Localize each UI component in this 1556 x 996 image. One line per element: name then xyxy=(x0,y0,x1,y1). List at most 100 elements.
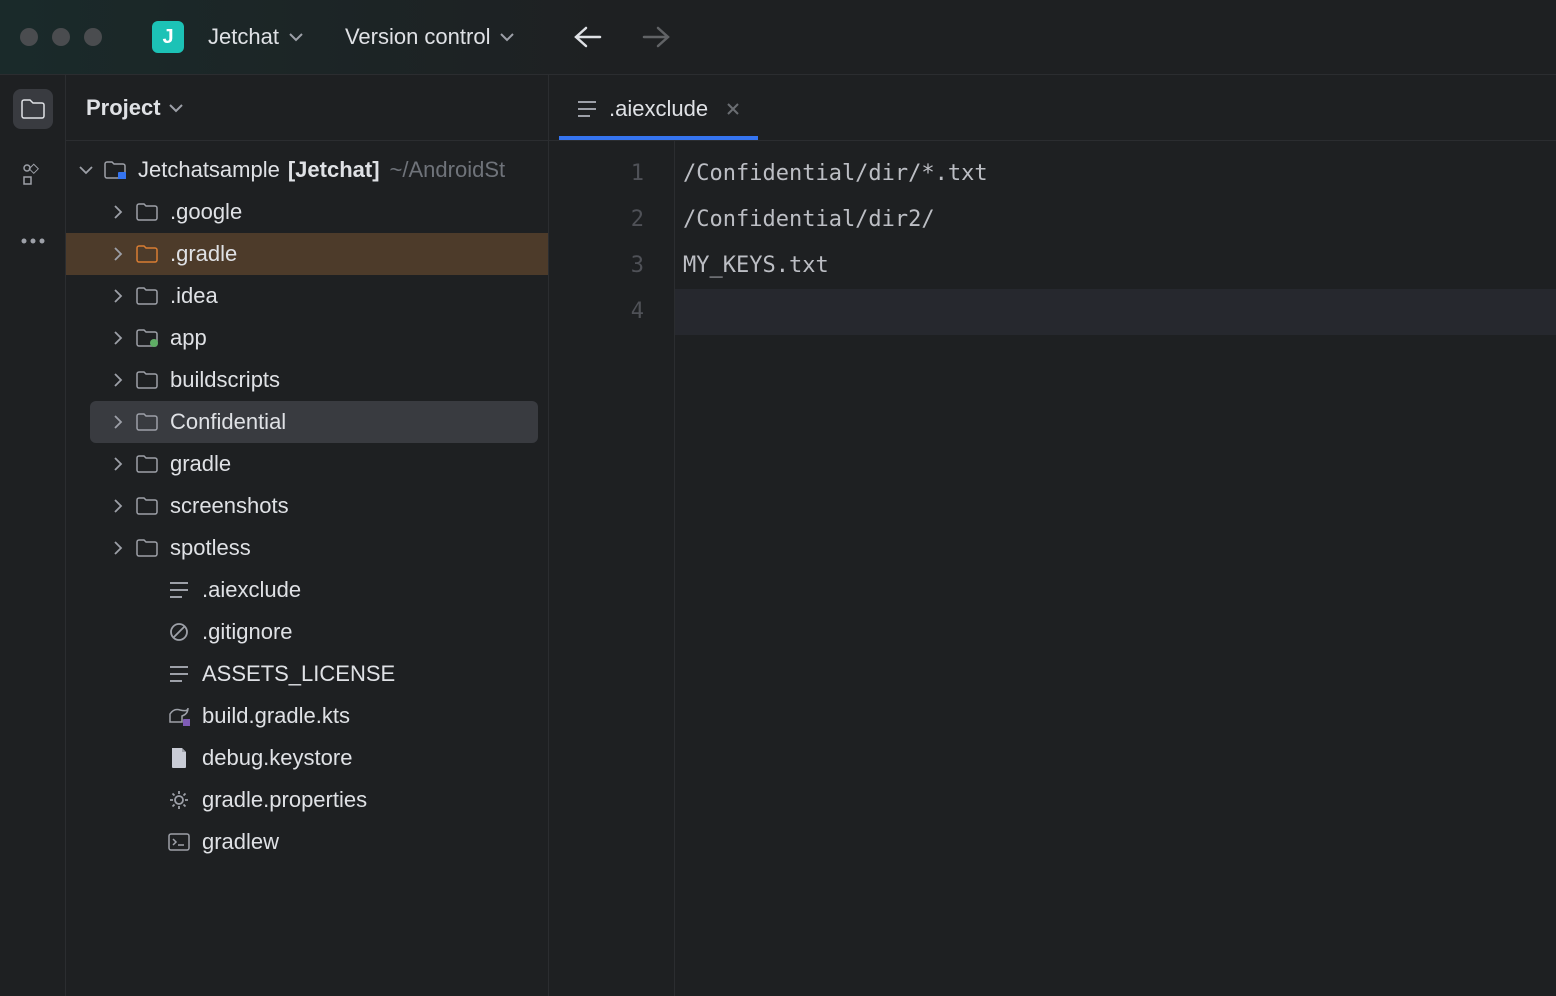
project-tool-button[interactable] xyxy=(13,89,53,129)
tree-root-name: Jetchatsample xyxy=(138,157,280,183)
tree-item-label: screenshots xyxy=(170,493,289,519)
more-horizontal-icon xyxy=(21,238,45,244)
chevron-right-icon xyxy=(113,457,123,471)
folder-icon xyxy=(134,203,160,221)
code-content[interactable]: /Confidential/dir/*.txt/Confidential/dir… xyxy=(675,141,1556,996)
chevron-right-icon xyxy=(113,205,123,219)
nav-back-button[interactable] xyxy=(574,26,602,48)
chevron-down-icon xyxy=(500,32,514,42)
tree-item[interactable]: debug.keystore xyxy=(66,737,548,779)
minimize-window-button[interactable] xyxy=(52,28,70,46)
tree-item-label: spotless xyxy=(170,535,251,561)
file-lines-icon xyxy=(166,581,192,599)
tree-item-label: debug.keystore xyxy=(202,745,352,771)
chevron-down-icon xyxy=(169,103,183,113)
tree-item[interactable]: .gitignore xyxy=(66,611,548,653)
folder-icon xyxy=(134,371,160,389)
code-line[interactable]: /Confidential/dir/*.txt xyxy=(675,151,1556,197)
chevron-right-icon xyxy=(113,541,123,555)
tree-item-label: buildscripts xyxy=(170,367,280,393)
project-panel: Project Jetchatsample [Jetchat] ~/Androi… xyxy=(66,75,549,996)
tree-item[interactable]: buildscripts xyxy=(66,359,548,401)
close-icon xyxy=(726,102,740,116)
tree-item[interactable]: spotless xyxy=(66,527,548,569)
chevron-right-icon xyxy=(113,373,123,387)
tab-label: .aiexclude xyxy=(609,96,708,122)
tree-item-label: build.gradle.kts xyxy=(202,703,350,729)
version-control-dropdown[interactable]: Version control xyxy=(335,18,525,56)
tree-item[interactable]: app xyxy=(66,317,548,359)
tree-item[interactable]: gradlew xyxy=(66,821,548,863)
project-tree[interactable]: Jetchatsample [Jetchat] ~/AndroidSt .goo… xyxy=(66,141,548,996)
tab-close-button[interactable] xyxy=(726,102,740,116)
structure-tool-button[interactable] xyxy=(13,155,53,195)
panel-view-dropdown[interactable]: Project xyxy=(86,95,183,121)
tree-item-label: Confidential xyxy=(170,409,286,435)
project-dropdown[interactable]: Jetchat xyxy=(198,18,313,56)
tree-item[interactable]: ASSETS_LICENSE xyxy=(66,653,548,695)
chevron-right-icon xyxy=(113,499,123,513)
arrow-left-icon xyxy=(574,26,602,48)
gutter-line-number: 1 xyxy=(549,151,674,197)
left-rail xyxy=(0,75,66,996)
tree-item-label: gradle xyxy=(170,451,231,477)
tree-item[interactable]: .aiexclude xyxy=(66,569,548,611)
maximize-window-button[interactable] xyxy=(84,28,102,46)
structure-icon xyxy=(21,163,45,187)
project-name-label: Jetchat xyxy=(208,24,279,50)
tree-item[interactable]: Confidential xyxy=(90,401,538,443)
tree-item-label: app xyxy=(170,325,207,351)
tree-item-label: .google xyxy=(170,199,242,225)
folder-icon xyxy=(21,99,45,119)
tree-item-label: .idea xyxy=(170,283,218,309)
folder-icon xyxy=(134,497,160,515)
titlebar: J Jetchat Version control xyxy=(0,0,1556,75)
panel-title-label: Project xyxy=(86,95,161,121)
file-terminal-icon xyxy=(166,833,192,851)
folder-orange-icon xyxy=(134,245,160,263)
nav-forward-button[interactable] xyxy=(642,26,670,48)
tree-item[interactable]: gradle xyxy=(66,443,548,485)
tree-item-label: .gradle xyxy=(170,241,237,267)
chevron-right-icon xyxy=(113,415,123,429)
tree-item[interactable]: gradle.properties xyxy=(66,779,548,821)
editor-area: .aiexclude 1234 /Confidential/dir/*.txt/… xyxy=(549,75,1556,996)
editor-tab[interactable]: .aiexclude xyxy=(559,82,758,140)
chevron-right-icon xyxy=(113,247,123,261)
editor-body[interactable]: 1234 /Confidential/dir/*.txt/Confidentia… xyxy=(549,141,1556,996)
vcs-label: Version control xyxy=(345,24,491,50)
gutter-line-number: 2 xyxy=(549,197,674,243)
code-line[interactable]: MY_KEYS.txt xyxy=(675,243,1556,289)
module-icon xyxy=(134,329,160,347)
folder-icon xyxy=(134,455,160,473)
tree-item-label: .aiexclude xyxy=(202,577,301,603)
close-window-button[interactable] xyxy=(20,28,38,46)
folder-icon xyxy=(134,287,160,305)
tree-item-label: gradlew xyxy=(202,829,279,855)
app-icon-letter: J xyxy=(162,26,173,49)
chevron-down-icon xyxy=(79,165,93,175)
file-lines-icon xyxy=(577,100,597,118)
project-folder-icon xyxy=(104,161,126,179)
tree-item-label: ASSETS_LICENSE xyxy=(202,661,395,687)
file-generic-icon xyxy=(166,747,192,769)
gutter-line-number: 3 xyxy=(549,243,674,289)
arrow-right-icon xyxy=(642,26,670,48)
file-gradle-icon xyxy=(166,706,192,726)
chevron-down-icon xyxy=(289,32,303,42)
panel-header: Project xyxy=(66,75,548,141)
code-line[interactable]: /Confidential/dir2/ xyxy=(675,197,1556,243)
code-line[interactable] xyxy=(675,289,1556,335)
tree-item[interactable]: screenshots xyxy=(66,485,548,527)
tree-item[interactable]: .idea xyxy=(66,275,548,317)
file-ignore-icon xyxy=(166,622,192,642)
window-controls xyxy=(20,28,102,46)
chevron-right-icon xyxy=(113,331,123,345)
more-tool-button[interactable] xyxy=(13,221,53,261)
tree-item[interactable]: .google xyxy=(66,191,548,233)
folder-icon xyxy=(134,413,160,431)
tree-item[interactable]: .gradle xyxy=(66,233,548,275)
tree-root[interactable]: Jetchatsample [Jetchat] ~/AndroidSt xyxy=(66,149,548,191)
gutter: 1234 xyxy=(549,141,675,996)
tree-item[interactable]: build.gradle.kts xyxy=(66,695,548,737)
